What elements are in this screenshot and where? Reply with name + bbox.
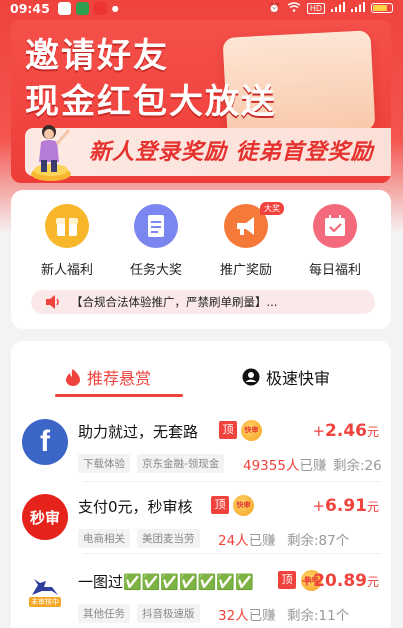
task-title: 一图过✅✅✅✅✅✅✅ [78, 573, 254, 591]
remaining-count: 剩余:87个 [287, 533, 350, 549]
gift-icon [45, 204, 89, 248]
pinned-badge: 顶 [211, 496, 229, 514]
app-notification-icon [57, 1, 71, 15]
task-logo: 未审核中 [22, 569, 68, 615]
fast-review-badge: 快审 [241, 420, 262, 441]
task-item[interactable]: f 助力就过，无套路 顶 快审 +2.46元 下载体验 京东金融-领现金 493… [11, 411, 391, 491]
earned-number: 24人 [218, 533, 249, 549]
remaining-count: 剩余:26 [333, 458, 382, 474]
notice-text: 【合规合法体验推广，严禁刷单刷量】... [71, 295, 278, 309]
earned-suffix: 已赚 [248, 608, 276, 624]
task-list-card: 推荐悬赏 极速快审 f 助力就过，无套路 顶 快审 +2.46元 下载体验 京东… [11, 341, 391, 628]
active-tab-indicator [55, 394, 183, 397]
reward-unit: 元 [366, 425, 379, 439]
status-time: 09:45 [10, 0, 50, 16]
dot-icon: ● [111, 3, 119, 13]
reward-amount: +20.89元 [301, 571, 379, 591]
task-tag: 美团麦当劳 [137, 529, 200, 548]
menu-label: 每日福利 [308, 263, 361, 278]
status-bar: 09:45 ● ⏰ HD [0, 0, 403, 16]
task-tags: 其他任务 抖音极速版 [78, 604, 200, 623]
reward-value: 20.89 [313, 571, 367, 591]
earned-count: 49355人已赚 [243, 454, 326, 474]
battery-icon [371, 3, 393, 13]
hd-badge: HD [306, 2, 325, 14]
earned-count: 32人已赚 [218, 604, 276, 624]
invite-banner[interactable]: 邀请好友 现金红包大放送 新人登录奖励 徒弟首登奖励 [11, 20, 391, 183]
reward-unit: 元 [366, 500, 379, 514]
task-tag: 电商相关 [78, 529, 130, 548]
menu-item-newbie-welfare[interactable]: 新人福利 [32, 204, 102, 278]
logo-text: 未审核中 [29, 597, 61, 607]
tab-fast-review[interactable]: 极速快审 [242, 365, 330, 389]
signal-icon-2 [351, 1, 365, 15]
task-tag: 下载体验 [78, 454, 130, 473]
menu-label: 推广奖励 [219, 263, 272, 278]
quick-menu-card: 新人福利 任务大奖 大奖 推广奖励 每日福利 【合规合法体验推广，严禁刷单刷量】… [11, 190, 391, 329]
menu-label: 任务大奖 [129, 263, 182, 278]
user-circle-icon [242, 368, 260, 386]
wechat-icon [75, 1, 89, 15]
task-tag: 抖音极速版 [137, 604, 200, 623]
banner-title-line2: 现金红包大放送 [25, 82, 277, 122]
megaphone-icon: 大奖 [224, 202, 284, 248]
remaining-count: 剩余:11个 [287, 608, 350, 624]
earned-count: 24人已赚 [218, 529, 276, 549]
deer-logo-icon [32, 579, 58, 595]
reward-amount: +6.91元 [312, 496, 379, 516]
earned-number: 49355人 [243, 458, 300, 474]
fast-review-badge: 快审 [233, 495, 254, 516]
menu-item-daily-welfare[interactable]: 每日福利 [300, 204, 370, 278]
tab-label: 极速快审 [266, 369, 331, 388]
facebook-icon: f [40, 425, 50, 458]
calendar-check-icon [313, 204, 357, 248]
banner-title-line1: 邀请好友 [25, 36, 169, 76]
flame-icon [66, 369, 80, 386]
speaker-icon [46, 295, 59, 309]
reward-value: 6.91 [325, 496, 367, 516]
reward-plus: + [300, 572, 314, 590]
pinned-badge: 顶 [278, 571, 296, 589]
task-item[interactable]: 秒审 支付0元，秒审核 顶 快审 +6.91元 电商相关 美团麦当劳 24人已赚… [11, 486, 391, 566]
logo-text: 秒审 [29, 508, 60, 527]
alarm-icon: ⏰ [268, 2, 281, 14]
task-tags: 电商相关 美团麦当劳 [78, 529, 200, 548]
reward-plus: + [312, 497, 326, 515]
earned-suffix: 已赚 [248, 533, 276, 549]
task-tag: 其他任务 [78, 604, 130, 623]
reward-plus: + [312, 422, 326, 440]
task-logo: f [22, 419, 68, 465]
reward-amount: +2.46元 [312, 421, 379, 441]
menu-label: 新人福利 [40, 263, 93, 278]
wifi-icon [287, 1, 301, 15]
divider [83, 481, 381, 482]
pinned-badge: 顶 [219, 421, 237, 439]
menu-item-task-rewards[interactable]: 任务大奖 [121, 204, 191, 278]
earned-number: 32人 [218, 608, 249, 624]
signal-icon [331, 1, 345, 15]
divider [83, 553, 381, 554]
reward-unit: 元 [366, 575, 379, 589]
app-icon [93, 1, 107, 15]
task-item[interactable]: 未审核中 一图过✅✅✅✅✅✅✅ 顶 快审 +20.89元 其他任务 抖音极速版 … [11, 561, 391, 628]
earned-suffix: 已赚 [299, 458, 327, 474]
banner-subtitle: 新人登录奖励 徒弟首登奖励 [89, 140, 374, 165]
reward-value: 2.46 [325, 421, 367, 441]
tab-recommended-bounty[interactable]: 推荐悬赏 [65, 365, 151, 389]
task-list-icon [134, 204, 178, 248]
task-tag: 京东金融-领现金 [137, 454, 225, 473]
menu-item-promotion-rewards[interactable]: 大奖 推广奖励 [211, 202, 284, 278]
tab-label: 推荐悬赏 [87, 369, 152, 388]
task-logo: 秒审 [22, 494, 68, 540]
task-title: 助力就过，无套路 [78, 423, 199, 441]
notice-bar[interactable]: 【合规合法体验推广，严禁刷单刷量】... [31, 290, 375, 314]
person-illustration [31, 125, 71, 181]
task-tags: 下载体验 京东金融-领现金 [78, 454, 225, 473]
task-title: 支付0元，秒审核 [78, 498, 193, 516]
hot-badge: 大奖 [260, 202, 284, 215]
